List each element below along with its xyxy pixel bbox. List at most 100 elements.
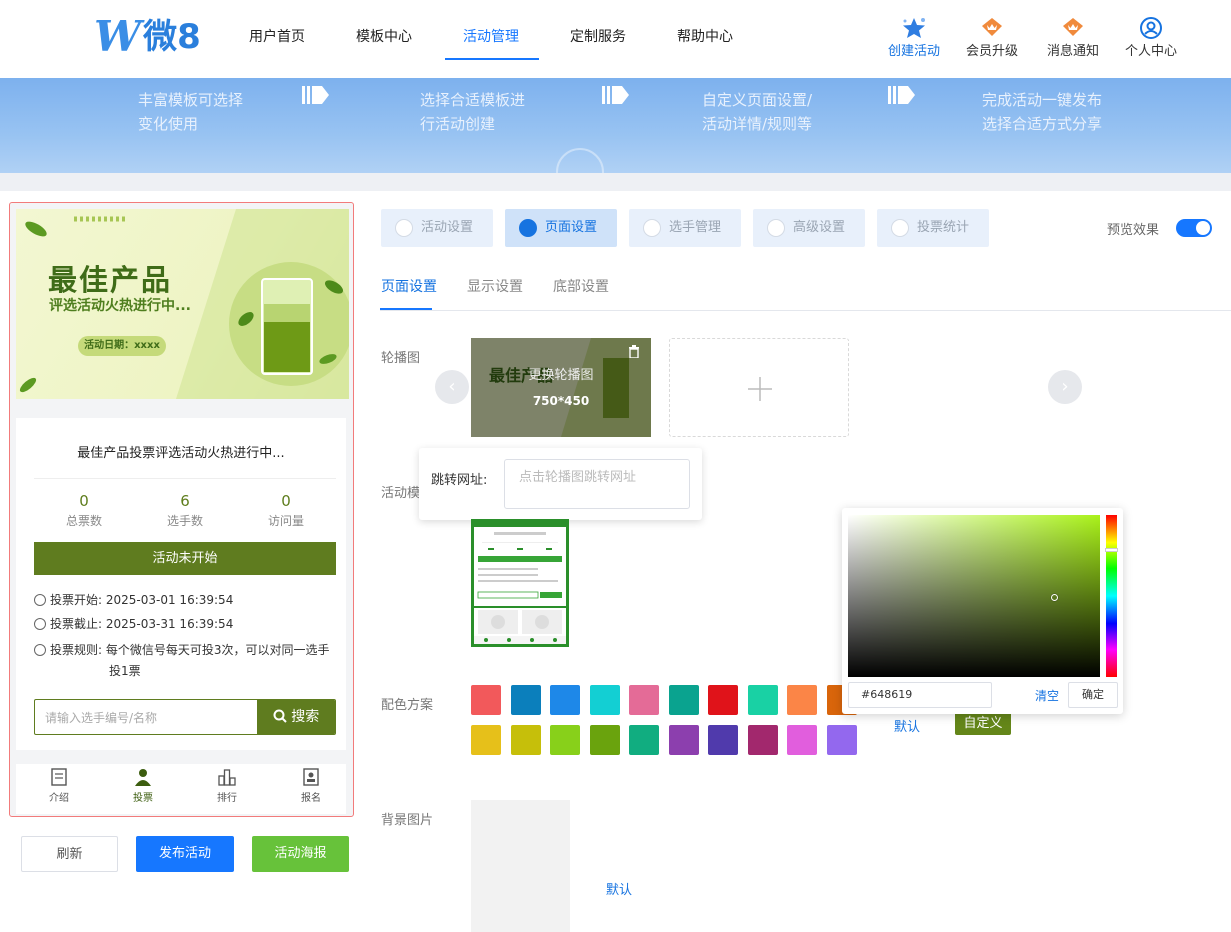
color-swatch[interactable]: [550, 725, 580, 755]
preview-tabbar: 介绍 投票 排行 报名: [16, 764, 346, 814]
vote-rule-row: 投票规则: 每个微信号每天可投3次，可以对同一选手 投1票: [34, 640, 334, 682]
personal-center-label: 个人中心: [1124, 44, 1177, 59]
tab-page-settings[interactable]: 页面设置: [505, 209, 617, 247]
subtab-active-underline: [380, 308, 432, 310]
color-swatch[interactable]: [708, 685, 738, 715]
stat-total-votes: 0 总票数: [65, 492, 102, 528]
activity-status-button[interactable]: 活动未开始: [34, 542, 336, 575]
search-button[interactable]: 搜索: [257, 700, 335, 734]
replace-carousel-text[interactable]: 更换轮播图: [471, 364, 651, 383]
star-icon: [882, 16, 946, 40]
color-clear-button[interactable]: 清空: [1035, 687, 1059, 704]
tabbar-ranking[interactable]: 排行: [197, 768, 257, 804]
background-default-link[interactable]: 默认: [606, 879, 632, 898]
jump-url-input[interactable]: 点击轮播图跳转网址: [504, 459, 690, 509]
background-image-label: 背景图片: [381, 813, 434, 828]
carousel-thumbnail[interactable]: 最佳产品 更换轮播图 750*450: [471, 338, 651, 437]
stat-contestants: 6 选手数: [166, 492, 203, 528]
tab-advanced-settings[interactable]: 高级设置: [753, 209, 865, 247]
color-confirm-button[interactable]: 确定: [1068, 682, 1118, 708]
saturation-cursor[interactable]: [1051, 594, 1058, 601]
subtab-display-settings[interactable]: 显示设置: [467, 276, 523, 296]
custom-color-button[interactable]: 自定义: [955, 712, 1011, 735]
card-divider: [34, 478, 336, 479]
color-scheme-label: 配色方案: [381, 698, 434, 713]
color-swatch[interactable]: [668, 685, 699, 715]
color-swatch[interactable]: [471, 685, 501, 715]
member-upgrade-button[interactable]: 会员升级: [960, 16, 1024, 59]
site-logo[interactable]: W 微8: [94, 14, 201, 60]
chevron-right-icon: ›: [1061, 376, 1069, 397]
color-swatch[interactable]: [510, 725, 541, 755]
refresh-button[interactable]: 刷新: [21, 836, 118, 872]
create-activity-button[interactable]: 创建活动: [882, 16, 946, 59]
activity-poster-button[interactable]: 活动海报: [252, 836, 349, 872]
advanced-icon: [767, 219, 785, 237]
hue-slider-thumb[interactable]: [1105, 548, 1118, 552]
subtab-footer-settings[interactable]: 底部设置: [553, 276, 609, 296]
search-icon: [273, 709, 287, 723]
carousel-overlay: [471, 338, 651, 437]
color-swatch[interactable]: [787, 725, 817, 755]
trash-icon[interactable]: [628, 345, 640, 358]
vote-start-row: 投票开始: 2025-03-01 16:39:54: [34, 590, 233, 611]
banner-step-3: 自定义页面设置/活动详情/规则等: [702, 91, 813, 133]
carousel-size-text: 750*450: [532, 394, 590, 408]
signup-icon: [303, 768, 319, 786]
color-swatch[interactable]: [589, 725, 620, 755]
preview-toggle-label: 预览效果: [1107, 223, 1160, 238]
color-swatch[interactable]: [787, 685, 817, 715]
subtab-page-settings[interactable]: 页面设置: [381, 276, 437, 296]
color-hex-input[interactable]: #648619: [848, 682, 992, 708]
tabbar-signup[interactable]: 报名: [281, 768, 341, 804]
personal-center-button[interactable]: 个人中心: [1119, 16, 1183, 59]
logo-text: 微8: [143, 17, 201, 57]
color-default-link[interactable]: 默认: [894, 716, 920, 735]
color-swatch[interactable]: [668, 725, 699, 755]
color-swatch[interactable]: [510, 685, 541, 715]
color-swatch[interactable]: [629, 725, 659, 755]
user-icon: [643, 219, 661, 237]
carousel-next-button[interactable]: ›: [1048, 370, 1082, 404]
publish-activity-button[interactable]: 发布活动: [136, 836, 234, 872]
tab-activity-settings[interactable]: 活动设置: [381, 209, 493, 247]
hue-slider[interactable]: [1105, 515, 1118, 677]
vote-end-row: 投票截止: 2025-03-31 16:39:54: [34, 614, 233, 635]
add-carousel-button[interactable]: [669, 338, 849, 437]
search-input[interactable]: 请输入选手编号/名称: [45, 709, 157, 726]
color-swatch[interactable]: [826, 725, 857, 755]
banner-step-2: 选择合适模板进 行活动创建: [420, 91, 526, 133]
color-swatch[interactable]: [747, 725, 778, 755]
tab-vote-statistics[interactable]: 投票统计: [877, 209, 989, 247]
contestant-search-box: 请输入选手编号/名称 搜索: [34, 699, 336, 735]
nav-item-templates[interactable]: 模板中心: [356, 26, 412, 46]
tab-contestant-management[interactable]: 选手管理: [629, 209, 741, 247]
carousel-prev-button[interactable]: ‹: [435, 370, 469, 404]
color-swatch[interactable]: [747, 685, 778, 715]
nav-item-home[interactable]: 用户首页: [249, 26, 305, 46]
toggle-knob: [1196, 221, 1210, 235]
nav-item-help[interactable]: 帮助中心: [677, 26, 733, 46]
tabbar-intro[interactable]: 介绍: [29, 768, 89, 804]
color-swatch[interactable]: [629, 685, 659, 715]
member-upgrade-label: 会员升级: [965, 44, 1018, 59]
poster-banner-image: 最佳产品 评选活动火热进行中... 活动日期：xxxx: [16, 209, 349, 399]
nav-item-custom-service[interactable]: 定制服务: [570, 26, 626, 46]
background-image-slot[interactable]: [471, 800, 570, 932]
color-swatch[interactable]: [471, 725, 501, 755]
subtab-divider: [380, 310, 1231, 311]
document-icon: [51, 768, 67, 786]
tabbar-vote[interactable]: 投票: [113, 768, 173, 804]
nav-item-activity-management[interactable]: 活动管理: [463, 26, 519, 46]
banner-step-4: 完成活动一键发布 选择合适方式分享: [982, 91, 1103, 133]
ranking-icon: [218, 769, 236, 786]
color-swatch[interactable]: [550, 685, 580, 715]
clock-icon: [34, 594, 46, 606]
template-thumbnail[interactable]: [471, 519, 569, 647]
notifications-button[interactable]: 消息通知: [1041, 16, 1105, 59]
color-swatch[interactable]: [708, 725, 738, 755]
step-arrow-icon: [302, 86, 329, 104]
preview-toggle-switch[interactable]: [1176, 219, 1212, 237]
saturation-panel[interactable]: [848, 515, 1100, 677]
color-swatch[interactable]: [589, 685, 620, 715]
